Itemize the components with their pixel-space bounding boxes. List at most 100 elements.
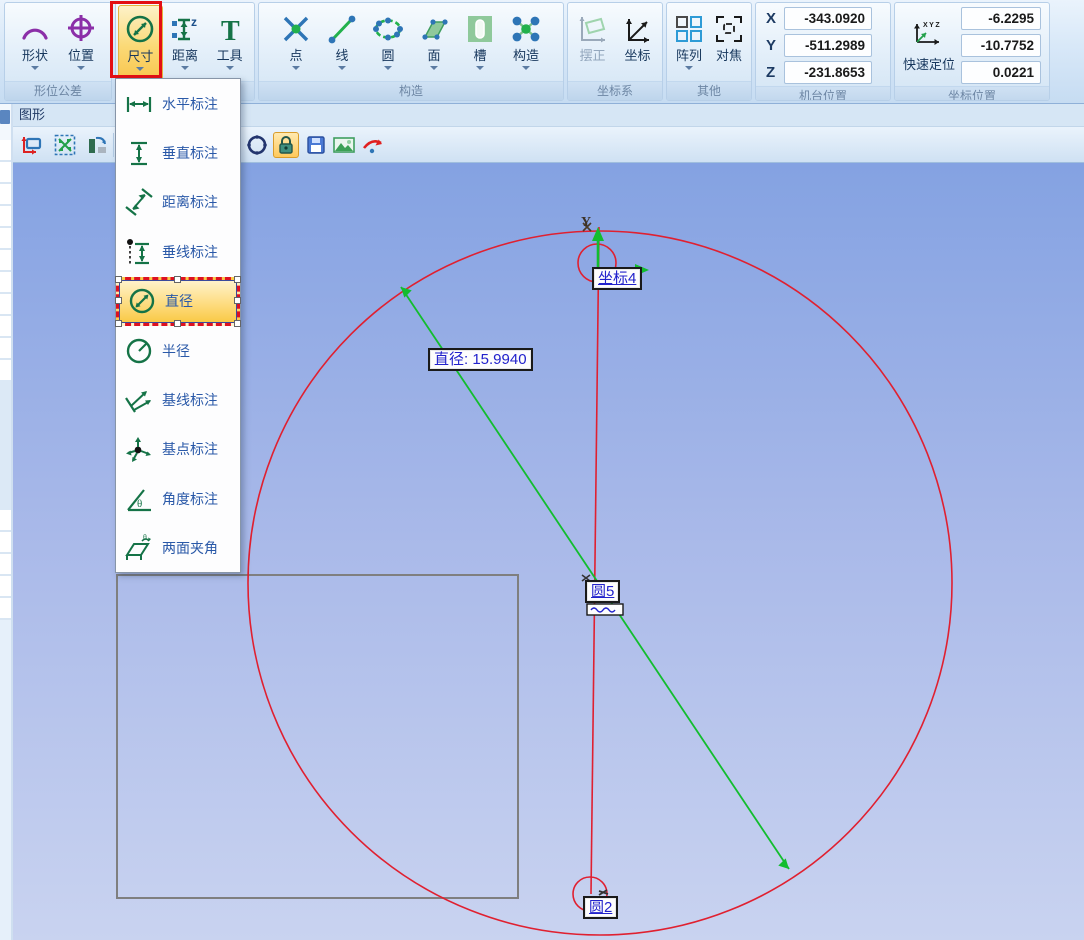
diameter-value-text: 直径: 15.9940 (434, 351, 527, 368)
chevron-down-icon (522, 66, 530, 70)
chevron-down-icon (136, 67, 144, 71)
machine-y-value[interactable]: -511.2989 (784, 34, 872, 57)
chevron-down-icon (430, 66, 438, 70)
image-button[interactable] (331, 132, 357, 158)
lock-button[interactable] (273, 132, 299, 158)
zoom-window-button[interactable] (19, 132, 45, 158)
line-button[interactable]: 线 (319, 5, 365, 81)
redo-arrow-icon (360, 133, 386, 157)
diameter-value-tag[interactable]: 直径: 15.9940 (428, 348, 533, 371)
selection-handle (115, 276, 122, 283)
menu-item-vertical[interactable]: 垂直标注 (116, 128, 240, 177)
xyz-axes-icon: XYZ (909, 18, 949, 53)
machine-z-value[interactable]: -231.8653 (784, 61, 872, 84)
y-axis-arrowhead (592, 227, 604, 241)
position-tolerance-button[interactable]: 位置 (58, 5, 104, 81)
mirror-button[interactable] (84, 132, 110, 158)
machine-z-label: Z (766, 64, 778, 81)
tool-button[interactable]: T 工具 (207, 5, 252, 81)
coordinate4-text: 坐标4 (598, 270, 636, 287)
align-button[interactable]: 摆正 (570, 5, 615, 81)
circle2-text: 圆2 (589, 899, 612, 916)
graphics-tab-label: 图形 (19, 107, 45, 122)
radius-icon (123, 336, 155, 366)
size-label: 尺寸 (127, 49, 153, 64)
group-coordinate-position: XYZ 快速定位 -6.2295 -10.7752 0.0221 坐标位置 (894, 2, 1050, 101)
overlapped-label (587, 604, 623, 615)
selection-circle-button[interactable] (244, 132, 270, 158)
dihedral-angle-icon: θ (123, 533, 155, 563)
chevron-down-icon (77, 66, 85, 70)
menu-item-baseline[interactable]: 基线标注 (116, 375, 240, 424)
menu-item-basepoint[interactable]: 基点标注 (116, 425, 240, 474)
chevron-down-icon (476, 66, 484, 70)
menu-item-perpendicular[interactable]: 垂线标注 (116, 227, 240, 276)
menu-item-angle[interactable]: θ 角度标注 (116, 474, 240, 523)
menu-label-radius: 半径 (162, 341, 190, 361)
shape-tolerance-button[interactable]: 形状 (12, 5, 58, 81)
construction-rectangle[interactable] (117, 575, 518, 898)
save-button[interactable] (303, 132, 329, 158)
focus-button[interactable]: 对焦 (709, 5, 749, 81)
dimension-dropdown-menu: 水平标注 垂直标注 距离标注 垂线标注 直径 半径 (115, 78, 241, 573)
redo-button[interactable] (360, 132, 386, 158)
selection-handle (115, 297, 122, 304)
array-button[interactable]: 阵列 (669, 5, 709, 81)
circle5-tag[interactable]: 圆5 (585, 580, 620, 603)
circle-button[interactable]: 圆 (365, 5, 411, 81)
plane-icon (417, 10, 451, 48)
shape-tolerance-label: 形状 (22, 48, 48, 63)
distance-label: 距离 (172, 48, 198, 63)
chevron-down-icon (384, 66, 392, 70)
basepoint-dimension-icon (123, 434, 155, 464)
horizontal-dimension-icon (123, 89, 155, 119)
menu-item-distance[interactable]: 距离标注 (116, 178, 240, 227)
construct-button[interactable]: 构造 (503, 5, 549, 81)
slot-button[interactable]: 槽 (457, 5, 503, 81)
line-icon (326, 10, 358, 48)
group-label-construct: 构造 (259, 81, 563, 100)
menu-item-horizontal[interactable]: 水平标注 (116, 79, 240, 128)
group-label-other: 其他 (667, 81, 751, 100)
coord-pos-value-2[interactable]: -10.7752 (961, 34, 1041, 57)
chevron-down-icon (226, 66, 234, 70)
chevron-down-icon (685, 66, 693, 70)
menu-item-diameter[interactable]: 直径 (116, 277, 240, 326)
mirror-icon (85, 133, 109, 157)
circle5-text: 圆5 (591, 583, 614, 600)
array-label: 阵列 (676, 48, 702, 63)
image-icon (332, 133, 356, 157)
coordinate4-tag[interactable]: 坐标4 (592, 267, 642, 290)
menu-label-diameter: 直径 (165, 291, 193, 311)
menu-item-dihedral[interactable]: θ 两面夹角 (116, 524, 240, 573)
group-label-coordinate-position: 坐标位置 (895, 86, 1049, 101)
panel-section (0, 620, 11, 940)
coord-pos-value-3[interactable]: 0.0221 (961, 61, 1041, 84)
group-construct: 点 线 圆 面 (258, 2, 564, 101)
svg-text:XYZ: XYZ (923, 22, 941, 29)
position-target-icon (65, 10, 97, 48)
left-panel-edge (0, 104, 13, 940)
fit-all-button[interactable] (52, 132, 78, 158)
machine-x-value[interactable]: -343.0920 (784, 7, 872, 30)
size-button[interactable]: 尺寸 (118, 5, 163, 81)
menu-label-horizontal: 水平标注 (162, 94, 218, 114)
svg-text:θ: θ (137, 498, 142, 510)
coord-pos-value-1[interactable]: -6.2295 (961, 7, 1041, 30)
menu-label-distance: 距离标注 (162, 192, 218, 212)
menu-item-radius[interactable]: 半径 (116, 326, 240, 375)
text-tool-icon: T (214, 10, 246, 48)
distance-button[interactable]: z 距离 (163, 5, 208, 81)
circle2-tag[interactable]: 圆2 (583, 896, 618, 919)
y-axis-letter: Y (581, 215, 591, 231)
coordinate-button[interactable]: 坐标 (615, 5, 660, 81)
focus-label: 对焦 (716, 48, 742, 63)
selection-handle (174, 276, 181, 283)
machine-z-row: Z -231.8653 (766, 61, 872, 84)
quick-position-button[interactable]: XYZ 快速定位 (903, 18, 955, 73)
machine-x-row: X -343.0920 (766, 7, 872, 30)
point-button[interactable]: 点 (273, 5, 319, 81)
construct-label: 构造 (513, 48, 539, 63)
plane-button[interactable]: 面 (411, 5, 457, 81)
distance-dimension-diag-icon (123, 187, 155, 217)
